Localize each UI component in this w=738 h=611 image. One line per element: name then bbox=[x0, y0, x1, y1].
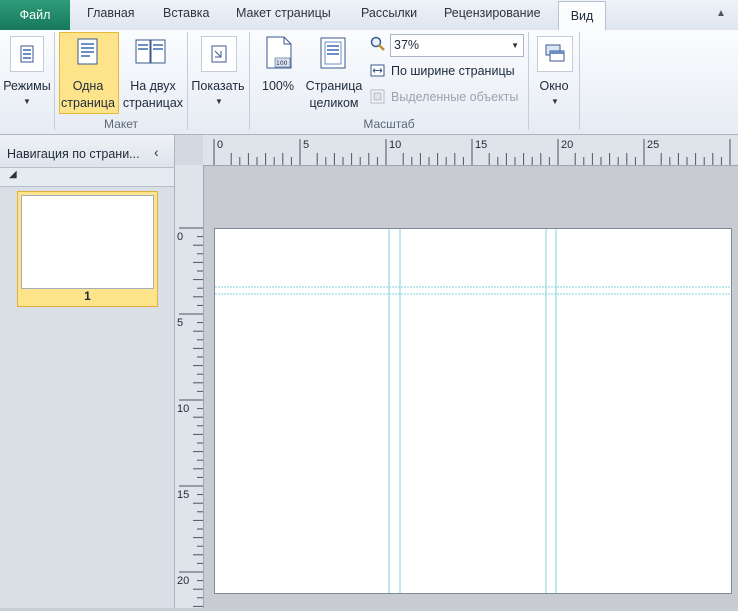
show-icon bbox=[211, 45, 227, 63]
tab-insert[interactable]: Вставка bbox=[163, 6, 209, 20]
window-dropdown-icon[interactable]: ▼ bbox=[551, 97, 559, 106]
document-page[interactable] bbox=[214, 228, 732, 594]
document-views-icon bbox=[20, 45, 34, 63]
ribbon-view: Режимы ▼ Одна страница На двух страницах… bbox=[0, 30, 738, 135]
tab-page-layout[interactable]: Макет страницы bbox=[236, 6, 331, 20]
vruler-label-10: 10 bbox=[177, 403, 190, 415]
one-page-label: Одна страница bbox=[61, 79, 115, 110]
hruler-label-0: 0 bbox=[217, 139, 224, 151]
modes-dropdown-icon[interactable]: ▼ bbox=[23, 97, 31, 106]
modes-label: Режимы bbox=[3, 79, 51, 93]
window-label: Окно bbox=[539, 79, 569, 93]
tab-view[interactable]: Вид bbox=[558, 1, 606, 32]
layout-guides bbox=[215, 229, 731, 593]
tab-review[interactable]: Рецензирование bbox=[444, 6, 541, 20]
zoom-value: 37% bbox=[394, 38, 420, 52]
ruler-corner bbox=[175, 135, 203, 165]
vruler-label-5: 5 bbox=[177, 317, 184, 329]
navigation-pane-title: Навигация по страни... bbox=[7, 147, 140, 161]
ribbon-tab-bar: Файл Главная Вставка Макет страницы Расс… bbox=[0, 0, 738, 32]
navigation-pane: Навигация по страни... ‹ ◢ 1 bbox=[0, 135, 175, 608]
whole-page-icon bbox=[320, 37, 346, 69]
show-dropdown-icon[interactable]: ▼ bbox=[215, 97, 223, 106]
hruler-label-20: 20 bbox=[561, 139, 574, 151]
hruler-label-10: 10 bbox=[389, 139, 402, 151]
whole-page-button[interactable]: Страница целиком bbox=[302, 78, 366, 112]
window-button[interactable] bbox=[537, 36, 573, 72]
selected-objects-button[interactable]: Выделенные объекты bbox=[391, 90, 518, 104]
navigation-pane-toolbar: ◢ bbox=[0, 168, 174, 187]
zoom-combobox[interactable]: 37% ▼ bbox=[390, 34, 524, 57]
page-thumbnail-number: 1 bbox=[84, 289, 91, 303]
vruler-label-0: 0 bbox=[177, 231, 184, 243]
horizontal-ruler[interactable]: 0 5 10 15 20 25 bbox=[203, 135, 738, 166]
tab-mailings[interactable]: Рассылки bbox=[361, 6, 417, 20]
expand-triangle-icon[interactable]: ◢ bbox=[9, 169, 17, 180]
group-zoom-label: Масштаб bbox=[363, 117, 415, 131]
ribbon-collapse-icon[interactable]: ▲ bbox=[716, 8, 726, 19]
window-icon bbox=[545, 44, 565, 62]
one-page-icon bbox=[77, 38, 98, 65]
tab-home[interactable]: Главная bbox=[87, 6, 135, 20]
hruler-label-15: 15 bbox=[475, 139, 488, 151]
group-layout-label: Макет bbox=[104, 117, 138, 131]
page-width-button[interactable]: По ширине страницы bbox=[391, 64, 515, 78]
hruler-label-25: 25 bbox=[647, 139, 660, 151]
modes-button[interactable] bbox=[10, 36, 44, 72]
vruler-label-20: 20 bbox=[177, 575, 190, 587]
hruler-label-5: 5 bbox=[303, 139, 310, 151]
tab-file[interactable]: Файл bbox=[0, 0, 70, 30]
selected-objects-icon bbox=[370, 89, 385, 104]
show-button[interactable] bbox=[201, 36, 237, 72]
zoom-magnifier-icon bbox=[370, 36, 385, 51]
show-label: Показать bbox=[191, 79, 245, 93]
zoom-100-icon: 100 bbox=[266, 36, 292, 69]
zoom-100-button[interactable]: 100% bbox=[254, 78, 302, 95]
page-width-icon bbox=[370, 64, 385, 77]
two-pages-button[interactable]: На двух страницах bbox=[121, 78, 185, 112]
zoom-dropdown-icon[interactable]: ▼ bbox=[511, 41, 519, 50]
navigation-pane-header: Навигация по страни... ‹ bbox=[0, 135, 174, 168]
svg-text:100: 100 bbox=[276, 60, 288, 67]
vertical-ruler[interactable]: 0 5 10 15 20 bbox=[175, 165, 204, 608]
page-thumbnail[interactable]: 1 bbox=[17, 191, 158, 307]
page-thumbnail-image bbox=[21, 195, 154, 289]
two-pages-icon bbox=[135, 39, 166, 64]
vruler-label-15: 15 bbox=[177, 489, 190, 501]
collapse-pane-icon[interactable]: ‹ bbox=[154, 144, 159, 160]
